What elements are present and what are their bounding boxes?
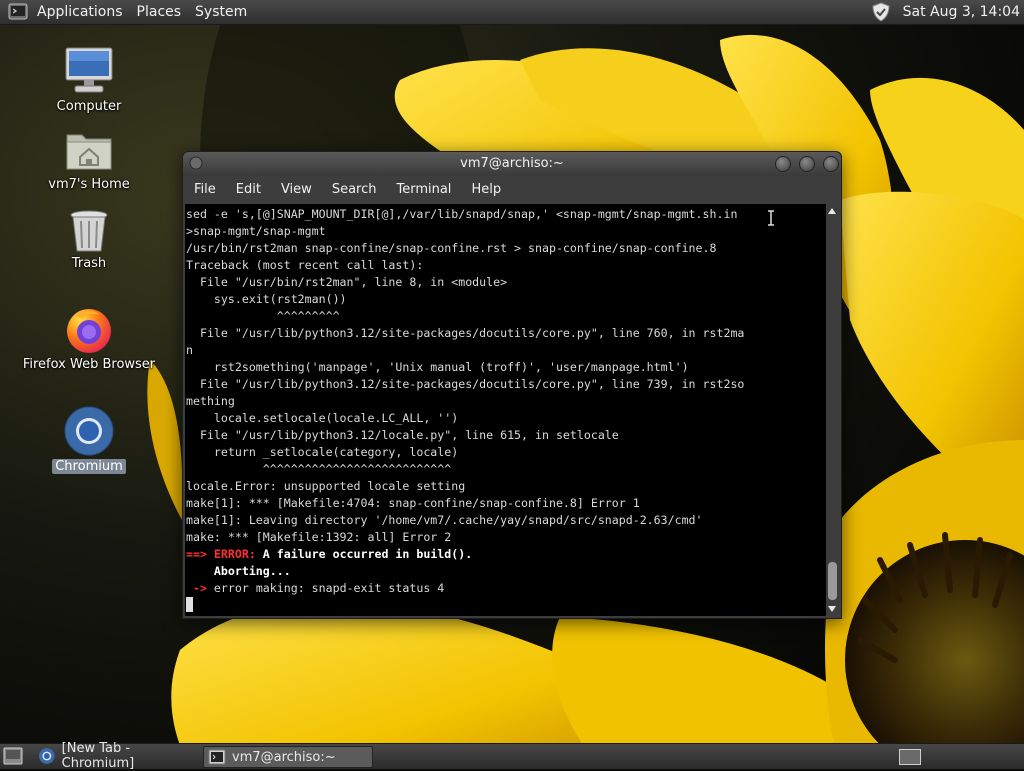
system-menu[interactable]: System [188,0,254,24]
terminal-line: sys.exit(rst2man()) [186,292,347,306]
workspace-switcher[interactable] [899,749,921,765]
error-prefix: ==> ERROR: [186,547,256,561]
menu-terminal[interactable]: Terminal [386,176,461,204]
shield-icon[interactable] [871,2,891,22]
menu-edit[interactable]: Edit [226,176,271,204]
terminal-line: make[1]: Leaving directory '/home/vm7/.c… [186,513,703,527]
home-folder-icon [66,134,112,170]
desktop-icon-computer[interactable]: Computer [19,45,159,114]
terminal-scrollbar[interactable] [826,204,839,616]
terminal-line: rst2something('manpage', 'Unix manual (t… [186,360,689,374]
terminal-line: sed -e 's,[@]SNAP_MOUNT_DIR[@],/var/lib/… [186,207,738,221]
terminal-menubar: File Edit View Search Terminal Help [183,176,841,204]
terminal-line: ^^^^^^^^^ [186,309,340,323]
ibeam-cursor-icon [768,210,774,226]
terminal-line: return _setlocale(category, locale) [186,445,459,459]
taskbar-label: [New Tab - Chromium] [61,741,135,771]
text-cursor [186,597,193,612]
desktop-icon-label: Computer [56,99,122,114]
menu-search[interactable]: Search [322,176,387,204]
desktop-icon-label: Chromium [52,459,126,474]
minimize-button[interactable] [775,156,791,172]
terminal-output[interactable]: sed -e 's,[@]SNAP_MOUNT_DIR[@],/var/lib/… [185,204,826,616]
scrollbar-thumb[interactable] [828,562,837,600]
taskbar-item-chromium[interactable]: [New Tab - Chromium] [34,741,204,771]
terminal-line: locale.Error: unsupported locale setting [186,479,466,493]
maximize-button[interactable] [799,156,815,172]
menu-file[interactable]: File [183,176,226,204]
menu-help[interactable]: Help [461,176,511,204]
terminal-line: ^^^^^^^^^^^^^^^^^^^^^^^^^^^ [186,462,452,476]
terminal-line: make: *** [Makefile:1392: all] Error 2 [186,530,452,544]
close-button[interactable] [823,156,839,172]
window-titlebar[interactable]: vm7@archiso:~ [183,152,841,176]
terminal-logo-icon[interactable] [8,2,28,22]
window-title: vm7@archiso:~ [460,156,564,171]
desktop-icon-home[interactable]: vm7's Home [19,127,159,192]
terminal-line: Traceback (most recent call last): [186,258,424,272]
terminal-line: File "/usr/bin/rst2man", line 8, in <mod… [186,275,508,289]
taskbar-label: vm7@archiso:~ [232,749,336,765]
show-desktop-icon[interactable] [3,747,23,765]
scroll-up-arrow-icon[interactable] [828,208,836,214]
prompt-line [186,597,826,614]
terminal-line: locale.setlocale(locale.LC_ALL, '') [186,411,459,425]
desktop-icon-label: Trash [71,256,107,271]
terminal-line: File "/usr/lib/python3.12/site-packages/… [186,326,745,340]
desktop-icon-label: vm7's Home [48,177,130,192]
desktop-icon-chromium[interactable]: Chromium [19,405,159,474]
terminal-text: sed -e 's,[@]SNAP_MOUNT_DIR[@],/var/lib/… [185,204,826,614]
terminal-line: n [186,343,193,357]
places-menu[interactable]: Places [130,0,189,24]
top-panel: Applications Places System Sat Aug 3, 14… [0,0,1024,25]
firefox-icon [67,309,111,353]
terminal-error-line: ==> ERROR: A failure occurred in build()… [186,546,826,563]
computer-icon [65,47,113,93]
arrow-prefix: -> [186,581,207,595]
terminal-line: >snap-mgmt/snap-mgmt [186,224,326,238]
desktop-icon-label: Firefox Web Browser [22,357,156,372]
trash-icon [70,210,108,252]
scroll-down-arrow-icon[interactable] [828,606,836,612]
terminal-window[interactable]: vm7@archiso:~ File Edit View Search Term… [182,151,842,619]
exit-status-line: -> error making: snapd-exit status 4 [186,580,826,597]
applications-menu[interactable]: Applications [30,0,130,24]
terminal-line: File "/usr/lib/python3.12/site-packages/… [186,377,745,391]
clock[interactable]: Sat Aug 3, 14:04 [895,4,1024,20]
terminal-line: /usr/bin/rst2man snap-confine/snap-confi… [186,241,717,255]
terminal-icon [208,749,226,765]
desktop-icon-firefox[interactable]: Firefox Web Browser [19,305,159,372]
error-message: A failure occurred in build(). [255,547,473,561]
chromium-icon [64,406,114,456]
desktop-icon-trash[interactable]: Trash [19,208,159,271]
menu-view[interactable]: View [271,176,322,204]
aborting-line: Aborting... [186,564,291,578]
terminal-line: File "/usr/lib/python3.12/locale.py", li… [186,428,619,442]
taskbar-item-terminal[interactable]: vm7@archiso:~ [203,746,373,768]
bottom-panel: [New Tab - Chromium] vm7@archiso:~ [0,741,1024,771]
chromium-icon [38,748,55,764]
terminal-line: mething [186,394,235,408]
exit-message: error making: snapd-exit status 4 [206,581,445,595]
terminal-line: make[1]: *** [Makefile:4704: snap-confin… [186,496,640,510]
